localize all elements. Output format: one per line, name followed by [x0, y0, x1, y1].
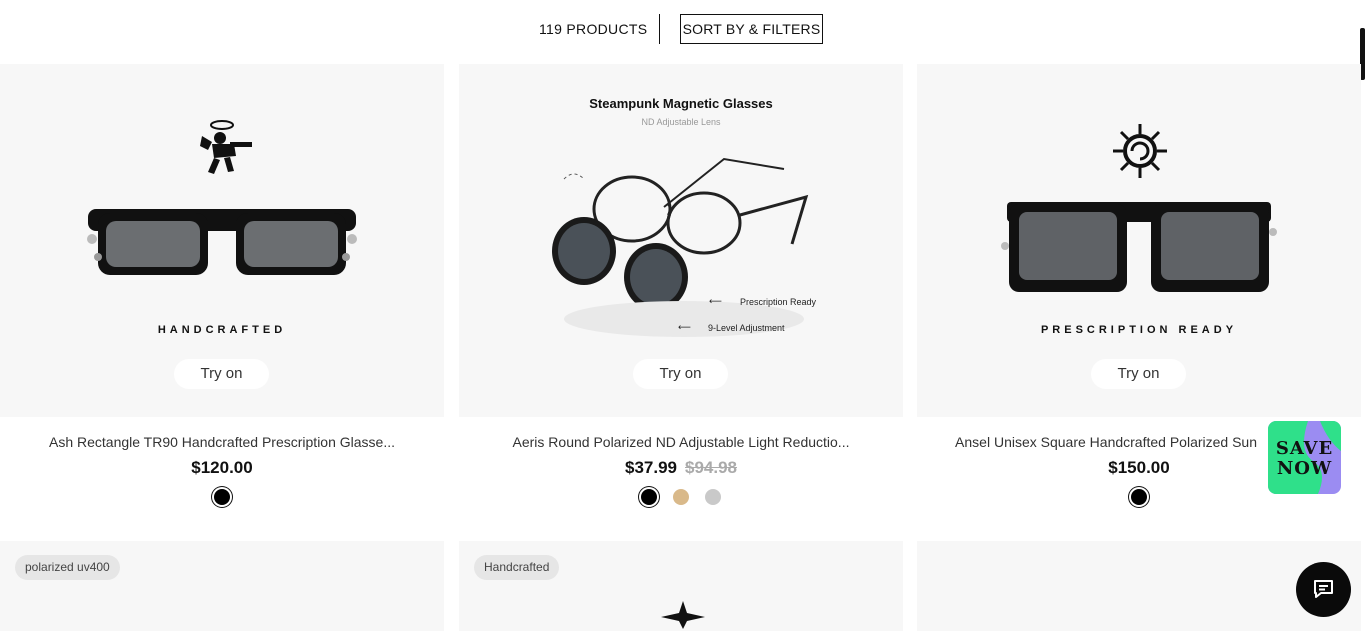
color-swatch-black[interactable]	[640, 488, 657, 505]
callout-arrow-1: ⟵	[709, 296, 722, 306]
product-card-image[interactable]	[917, 541, 1361, 631]
image-subtitle: ND Adjustable Lens	[641, 117, 721, 127]
product-card-image[interactable]: PRESCRIPTION READY Try on	[917, 64, 1361, 417]
brand-logo-icon	[661, 601, 705, 629]
toolbar-divider	[659, 14, 660, 44]
feature-badge: Handcrafted	[474, 555, 560, 580]
try-on-button[interactable]: Try on	[633, 359, 728, 389]
callout-arrow-2: ⟵	[678, 322, 691, 332]
toolbar: 119 PRODUCTS SORT BY & FILTERS	[0, 0, 1365, 64]
callout-adjustment: 9-Level Adjustment	[708, 323, 785, 333]
square-glasses-image	[1001, 202, 1277, 292]
chat-icon	[1314, 580, 1333, 598]
callout-prescription: Prescription Ready	[740, 297, 817, 307]
angel-logo-icon	[200, 120, 252, 174]
product-card-image[interactable]: polarized uv400	[0, 541, 444, 631]
chat-button[interactable]	[1296, 562, 1351, 617]
product-name[interactable]: Ansel Unisex Square Handcrafted Polarize…	[907, 434, 1257, 450]
save-label: SAVE	[1275, 438, 1334, 459]
image-title: Steampunk Magnetic Glasses	[589, 96, 773, 111]
save-now-badge[interactable]: SAVE NOW	[1268, 421, 1341, 494]
product-count: 119 PRODUCTS	[539, 21, 648, 37]
color-swatches	[459, 488, 903, 506]
product-price: $37.99 $94.98	[459, 458, 903, 478]
color-swatch-silver[interactable]	[705, 488, 722, 505]
round-glasses-image	[552, 157, 809, 337]
product-tagline: PRESCRIPTION READY	[1040, 324, 1238, 336]
rectangle-glasses-image	[87, 209, 357, 275]
color-swatch-black[interactable]	[1131, 488, 1147, 505]
sort-filter-button[interactable]: SORT BY & FILTERS	[680, 14, 823, 44]
color-swatch-black[interactable]	[214, 488, 230, 505]
now-label: NOW	[1276, 458, 1333, 479]
try-on-button[interactable]: Try on	[174, 359, 269, 389]
product-card-image[interactable]: HANDCRAFTED Try on	[0, 64, 444, 417]
product-card-image[interactable]: Handcrafted	[459, 541, 903, 631]
product-name[interactable]: Aeris Round Polarized ND Adjustable Ligh…	[459, 434, 903, 450]
sun-logo-icon	[1113, 124, 1167, 178]
product-name[interactable]: Ash Rectangle TR90 Handcrafted Prescript…	[0, 434, 444, 450]
current-price: $120.00	[191, 458, 253, 477]
product-card-image[interactable]: Steampunk Magnetic Glasses ND Adjustable…	[459, 64, 903, 417]
feature-badge: polarized uv400	[15, 555, 120, 580]
color-swatches	[0, 488, 444, 506]
current-price: $37.99	[625, 458, 677, 477]
original-price: $94.98	[685, 458, 737, 477]
color-swatch-tan[interactable]	[673, 488, 689, 505]
product-tagline: HANDCRAFTED	[157, 324, 287, 336]
try-on-button[interactable]: Try on	[1091, 359, 1186, 389]
product-price: $120.00	[0, 458, 444, 478]
current-price: $150.00	[1108, 458, 1170, 477]
